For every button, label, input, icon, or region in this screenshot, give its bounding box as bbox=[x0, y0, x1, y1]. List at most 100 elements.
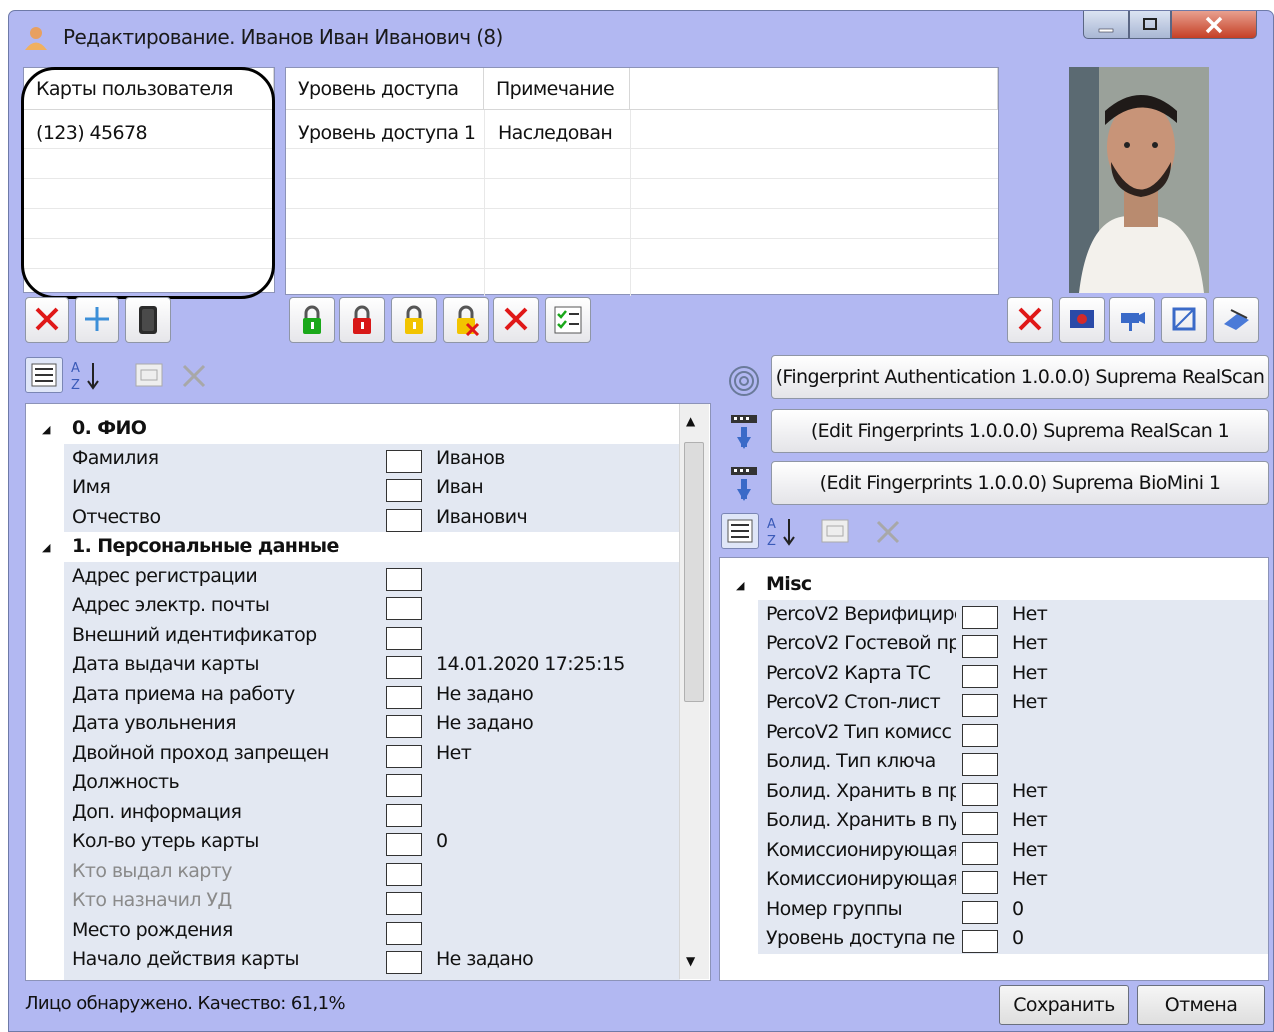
property-row[interactable]: Двойной проход запрещен Нет bbox=[26, 738, 680, 768]
collapse-icon[interactable]: ◢ bbox=[42, 541, 50, 554]
collapse-icon[interactable]: ◢ bbox=[42, 423, 50, 436]
property-checkbox[interactable] bbox=[386, 774, 422, 797]
property-checkbox[interactable] bbox=[962, 605, 998, 629]
fingerprint-auth-button[interactable]: (Fingerprint Authentication 1.0.0.0) Sup… bbox=[771, 355, 1269, 399]
property-row[interactable]: Дата приема на работу Не задано bbox=[26, 679, 680, 709]
property-row[interactable]: Кто назначил УД bbox=[26, 886, 680, 916]
property-pages-button[interactable] bbox=[819, 517, 853, 552]
property-checkbox[interactable] bbox=[386, 951, 422, 974]
property-value[interactable]: Не задано bbox=[436, 948, 534, 970]
property-row[interactable]: Номер паспорта bbox=[26, 974, 680, 980]
property-row[interactable]: Внешний идентификатор bbox=[26, 620, 680, 650]
property-checkbox[interactable] bbox=[386, 626, 422, 650]
property-checkbox[interactable] bbox=[386, 685, 422, 709]
note-cell[interactable]: Наследован bbox=[498, 122, 612, 144]
property-checkbox[interactable] bbox=[386, 567, 422, 591]
property-row[interactable]: Фамилия Иванов bbox=[26, 443, 680, 473]
property-checkbox[interactable] bbox=[386, 892, 422, 915]
property-value[interactable]: Не задано bbox=[436, 683, 534, 705]
property-value[interactable]: Нет bbox=[1012, 868, 1048, 890]
access-level-cell[interactable]: Уровень доступа 1 bbox=[298, 122, 475, 144]
property-checkbox[interactable] bbox=[962, 753, 998, 776]
property-row[interactable]: Кто выдал карту bbox=[26, 856, 680, 886]
property-value[interactable]: Нет bbox=[1012, 603, 1048, 625]
cancel-button[interactable]: Отмена bbox=[1137, 985, 1265, 1025]
clear-property-button[interactable] bbox=[873, 517, 903, 552]
property-value[interactable]: Нет bbox=[1012, 839, 1048, 861]
property-value[interactable]: Нет bbox=[1012, 691, 1048, 713]
delete-photo-button[interactable] bbox=[1007, 297, 1053, 343]
property-row[interactable]: Дата увольнения Не задано bbox=[26, 709, 680, 739]
property-checkbox[interactable] bbox=[962, 723, 998, 747]
property-row[interactable]: Комиссионирующая Нет bbox=[720, 835, 1268, 865]
category-row[interactable]: ◢ 0. ФИО bbox=[26, 414, 680, 444]
property-checkbox[interactable] bbox=[386, 862, 422, 886]
checklist-button[interactable] bbox=[545, 297, 591, 343]
import-photo-button[interactable] bbox=[1059, 297, 1105, 343]
clear-property-button[interactable] bbox=[179, 361, 209, 396]
property-value[interactable]: Иванович bbox=[436, 506, 528, 528]
property-checkbox[interactable] bbox=[962, 694, 998, 717]
property-value[interactable]: Иван bbox=[436, 476, 484, 498]
crop-photo-button[interactable] bbox=[1161, 297, 1207, 343]
property-row[interactable]: PercoV2 Карта ТС Нет bbox=[720, 658, 1268, 688]
camera-capture-button[interactable] bbox=[1109, 297, 1155, 343]
property-checkbox[interactable] bbox=[386, 803, 422, 827]
categorized-view-button[interactable] bbox=[25, 357, 63, 393]
property-checkbox[interactable] bbox=[386, 715, 422, 738]
property-checkbox[interactable] bbox=[386, 921, 422, 945]
property-value[interactable]: Нет bbox=[1012, 632, 1048, 654]
property-value[interactable]: 0 bbox=[436, 830, 448, 852]
lock-delete-button[interactable] bbox=[443, 297, 489, 343]
property-value[interactable]: Не задано bbox=[436, 712, 534, 734]
property-value[interactable]: Нет bbox=[436, 742, 472, 764]
property-row[interactable]: Болид. Тип ключа bbox=[720, 747, 1268, 777]
property-value[interactable]: Нет bbox=[1012, 780, 1048, 802]
property-value[interactable]: Нет bbox=[1012, 809, 1048, 831]
maximize-button[interactable] bbox=[1129, 11, 1171, 39]
property-checkbox[interactable] bbox=[962, 841, 998, 865]
note-header[interactable]: Примечание bbox=[484, 68, 630, 110]
property-checkbox[interactable] bbox=[386, 508, 422, 532]
collapse-icon[interactable]: ◢ bbox=[736, 579, 744, 592]
edit-fingerprints-realscan-button[interactable]: (Edit Fingerprints 1.0.0.0) Suprema Real… bbox=[771, 409, 1269, 453]
title-bar[interactable]: Редактирование. Иванов Иван Иванович (8) bbox=[9, 11, 1273, 61]
scroll-down-icon[interactable]: ▼ bbox=[686, 954, 695, 968]
property-checkbox[interactable] bbox=[386, 479, 422, 502]
property-value[interactable]: Нет bbox=[1012, 662, 1048, 684]
property-row[interactable]: PercoV2 Тип комисс bbox=[720, 717, 1268, 747]
property-checkbox[interactable] bbox=[386, 744, 422, 768]
card-reader-button[interactable] bbox=[125, 297, 171, 343]
scan-photo-button[interactable] bbox=[1213, 297, 1259, 343]
lock-red-button[interactable] bbox=[339, 297, 385, 343]
property-row[interactable]: Адрес электр. почты bbox=[26, 591, 680, 621]
property-checkbox[interactable] bbox=[962, 664, 998, 688]
delete-access-button[interactable] bbox=[493, 297, 539, 343]
property-checkbox[interactable] bbox=[386, 597, 422, 620]
add-card-button[interactable] bbox=[75, 297, 119, 343]
property-checkbox[interactable] bbox=[962, 871, 998, 894]
property-row[interactable]: Уровень доступа пер 0 bbox=[720, 924, 1268, 954]
property-row[interactable]: Болид. Хранить в пул Нет bbox=[720, 806, 1268, 836]
delete-card-button[interactable] bbox=[25, 297, 69, 343]
category-row[interactable]: ◢ 1. Персональные данные bbox=[26, 532, 680, 562]
property-checkbox[interactable] bbox=[962, 782, 998, 806]
property-value[interactable]: 0 bbox=[1012, 927, 1024, 949]
minimize-button[interactable] bbox=[1083, 11, 1129, 39]
property-pages-button[interactable] bbox=[133, 361, 167, 396]
property-row[interactable]: Доп. информация bbox=[26, 797, 680, 827]
property-row[interactable]: Начало действия карты Не задано bbox=[26, 945, 680, 975]
property-value[interactable]: 14.01.2020 17:25:15 bbox=[436, 653, 625, 675]
sort-az-button[interactable]: AZ bbox=[69, 357, 103, 398]
property-row[interactable]: Номер группы 0 bbox=[720, 894, 1268, 924]
property-checkbox[interactable] bbox=[386, 656, 422, 679]
property-row[interactable]: Кол-во утерь карты 0 bbox=[26, 827, 680, 857]
property-row[interactable]: Место рождения bbox=[26, 915, 680, 945]
property-value[interactable]: 0 bbox=[1012, 898, 1024, 920]
property-row[interactable]: PercoV2 Гостевой пр Нет bbox=[720, 629, 1268, 659]
property-row[interactable]: Комиссионирующая Нет bbox=[720, 865, 1268, 895]
property-row[interactable]: PercoV2 Верифицирс Нет bbox=[720, 599, 1268, 629]
unlock-green-button[interactable] bbox=[289, 297, 335, 343]
scroll-up-icon[interactable]: ▲ bbox=[686, 414, 695, 428]
property-row[interactable]: Адрес регистрации bbox=[26, 561, 680, 591]
